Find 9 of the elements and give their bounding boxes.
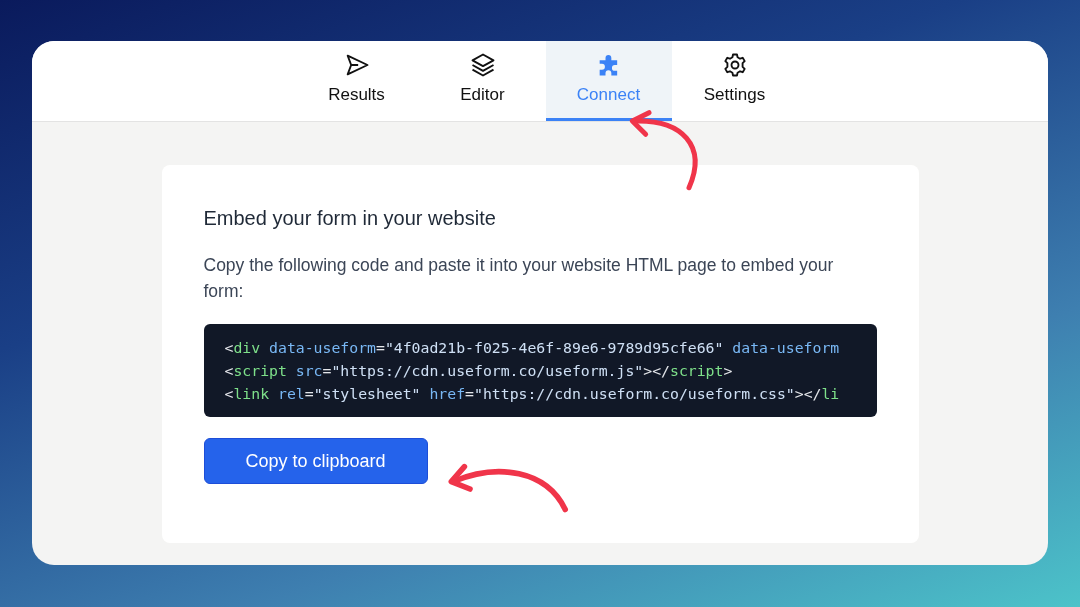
tab[interactable]: Settings (671, 41, 798, 121)
code-line: <div data-useform="4f0ad21b-f025-4e6f-89e6-9789d95cfe66" data-useform (224, 338, 840, 358)
tab[interactable]: Results (293, 41, 420, 121)
tab[interactable]: Editor (419, 41, 546, 121)
code-line: <link rel="stylesheet" href="https://cdn.useform.co/useform.css"></li (224, 384, 840, 404)
copy-button[interactable]: Copy to clipboard (203, 438, 428, 484)
section-title: Embed your form in your website (203, 207, 497, 230)
instruction-text: Copy the following code and paste it into your website HTML page to embed your form: (203, 254, 835, 303)
code-line: <script src="https://cdn.useform.co/useform.js"></script> (224, 361, 733, 381)
